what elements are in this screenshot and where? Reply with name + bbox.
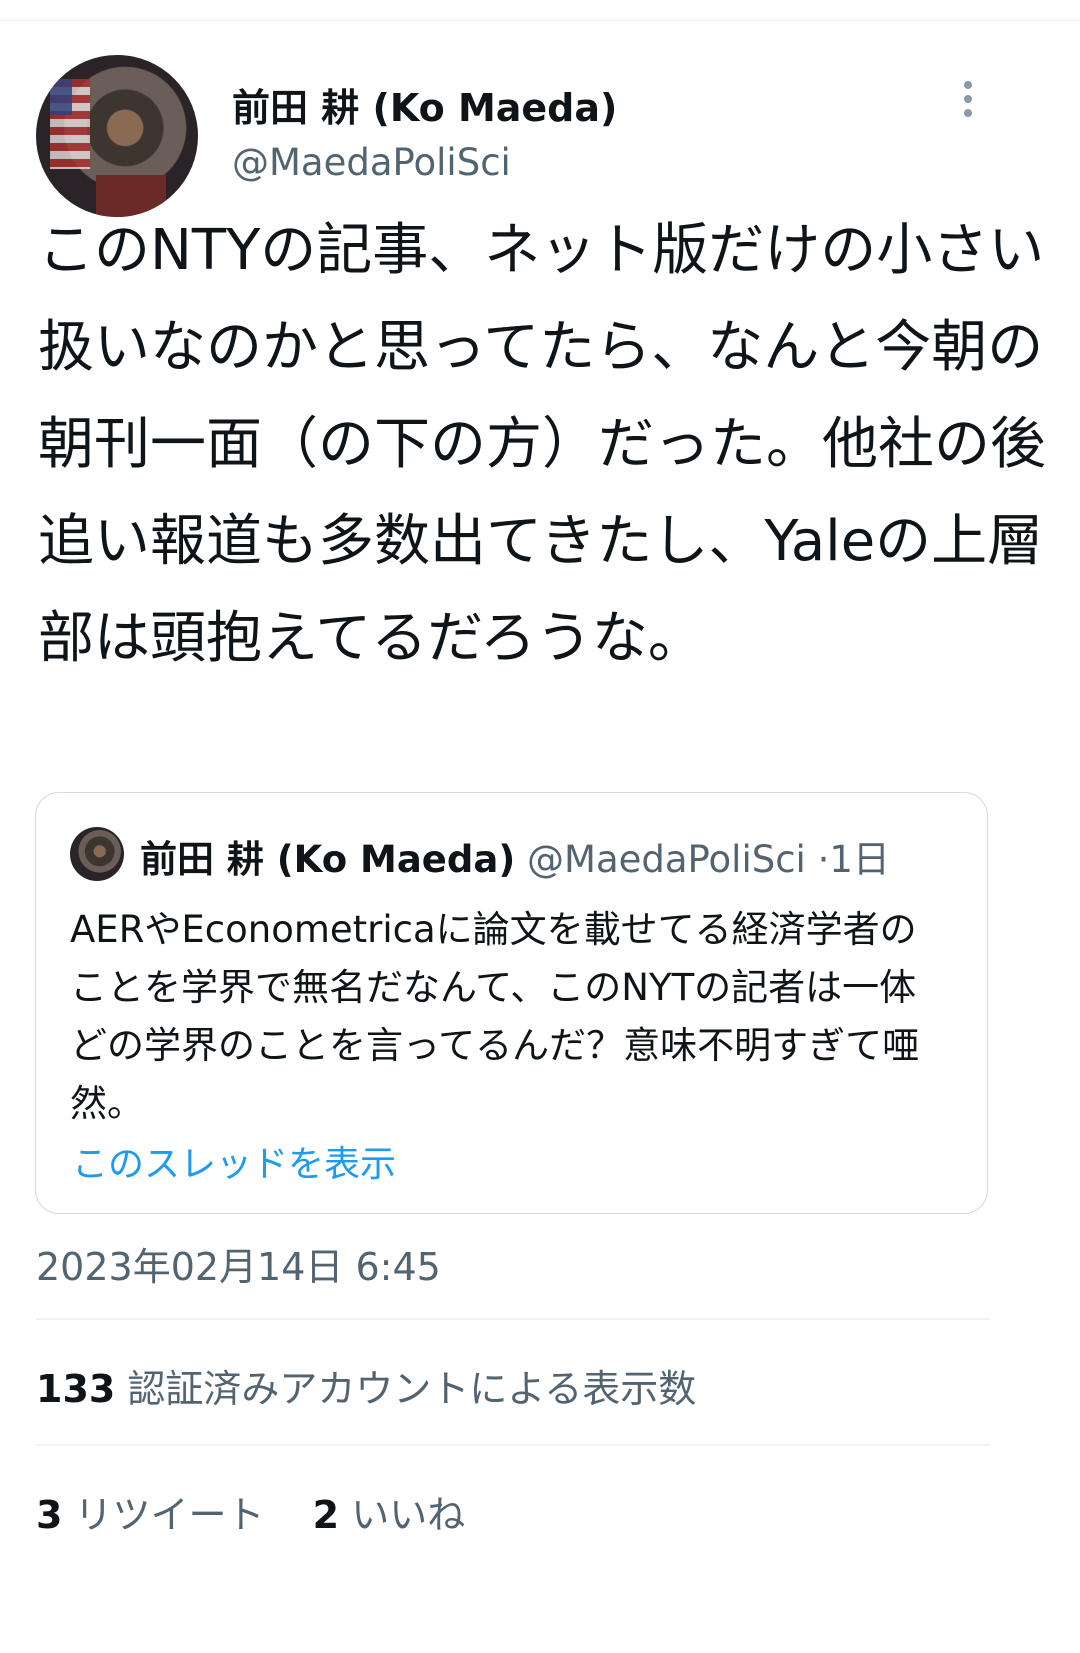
quoted-tweet-card[interactable]: 前田 耕 (Ko Maeda) @MaedaPoliSci ·1日 AERやEc…: [35, 792, 988, 1214]
likes-stat[interactable]: 2 いいね: [313, 1484, 466, 1539]
tweet-timestamp[interactable]: 2023年02月14日 6:45: [36, 1236, 441, 1291]
quoted-time: 1日: [829, 838, 890, 881]
view-count[interactable]: 133 認証済みアカウントによる表示数: [36, 1358, 696, 1413]
quoted-tweet-text: AERやEconometricaに論文を載せてる経済学者のことを学界で無名だなん…: [70, 908, 920, 1125]
more-options-icon[interactable]: [960, 81, 976, 125]
tweet-header: 前田 耕 (Ko Maeda) @MaedaPoliSci: [36, 55, 1044, 217]
view-count-number: 133: [36, 1367, 116, 1411]
show-thread-link[interactable]: このスレッドを表示: [72, 1135, 396, 1187]
quoted-author-avatar: [70, 827, 124, 881]
divider: [36, 1318, 990, 1320]
author-handle[interactable]: @MaedaPoliSci: [232, 141, 511, 184]
engagement-stats: 3 リツイート 2 いいね: [36, 1484, 501, 1539]
quoted-author-name: 前田 耕 (Ko Maeda): [140, 838, 516, 881]
avatar-flag-canton: [50, 79, 72, 115]
author-avatar[interactable]: [36, 55, 198, 217]
tweet-text: このNTYの記事、ネット版だけの小さい扱いなのかと思ってたら、なんと今朝の朝刊一…: [38, 218, 1046, 671]
top-divider: [0, 20, 1080, 21]
author-display-name[interactable]: 前田 耕 (Ko Maeda): [232, 77, 617, 132]
quoted-separator: ·: [817, 838, 830, 881]
likes-label: いいね: [351, 1493, 466, 1537]
retweets-count: 3: [36, 1493, 63, 1537]
quoted-author-handle: @MaedaPoliSci: [527, 838, 806, 881]
retweets-label: リツイート: [74, 1493, 265, 1537]
divider: [36, 1444, 990, 1446]
quoted-tweet-header: 前田 耕 (Ko Maeda) @MaedaPoliSci ·1日: [140, 829, 890, 883]
view-count-label: 認証済みアカウントによる表示数: [127, 1367, 697, 1411]
retweets-stat[interactable]: 3 リツイート: [36, 1484, 265, 1539]
likes-count: 2: [312, 1493, 340, 1537]
